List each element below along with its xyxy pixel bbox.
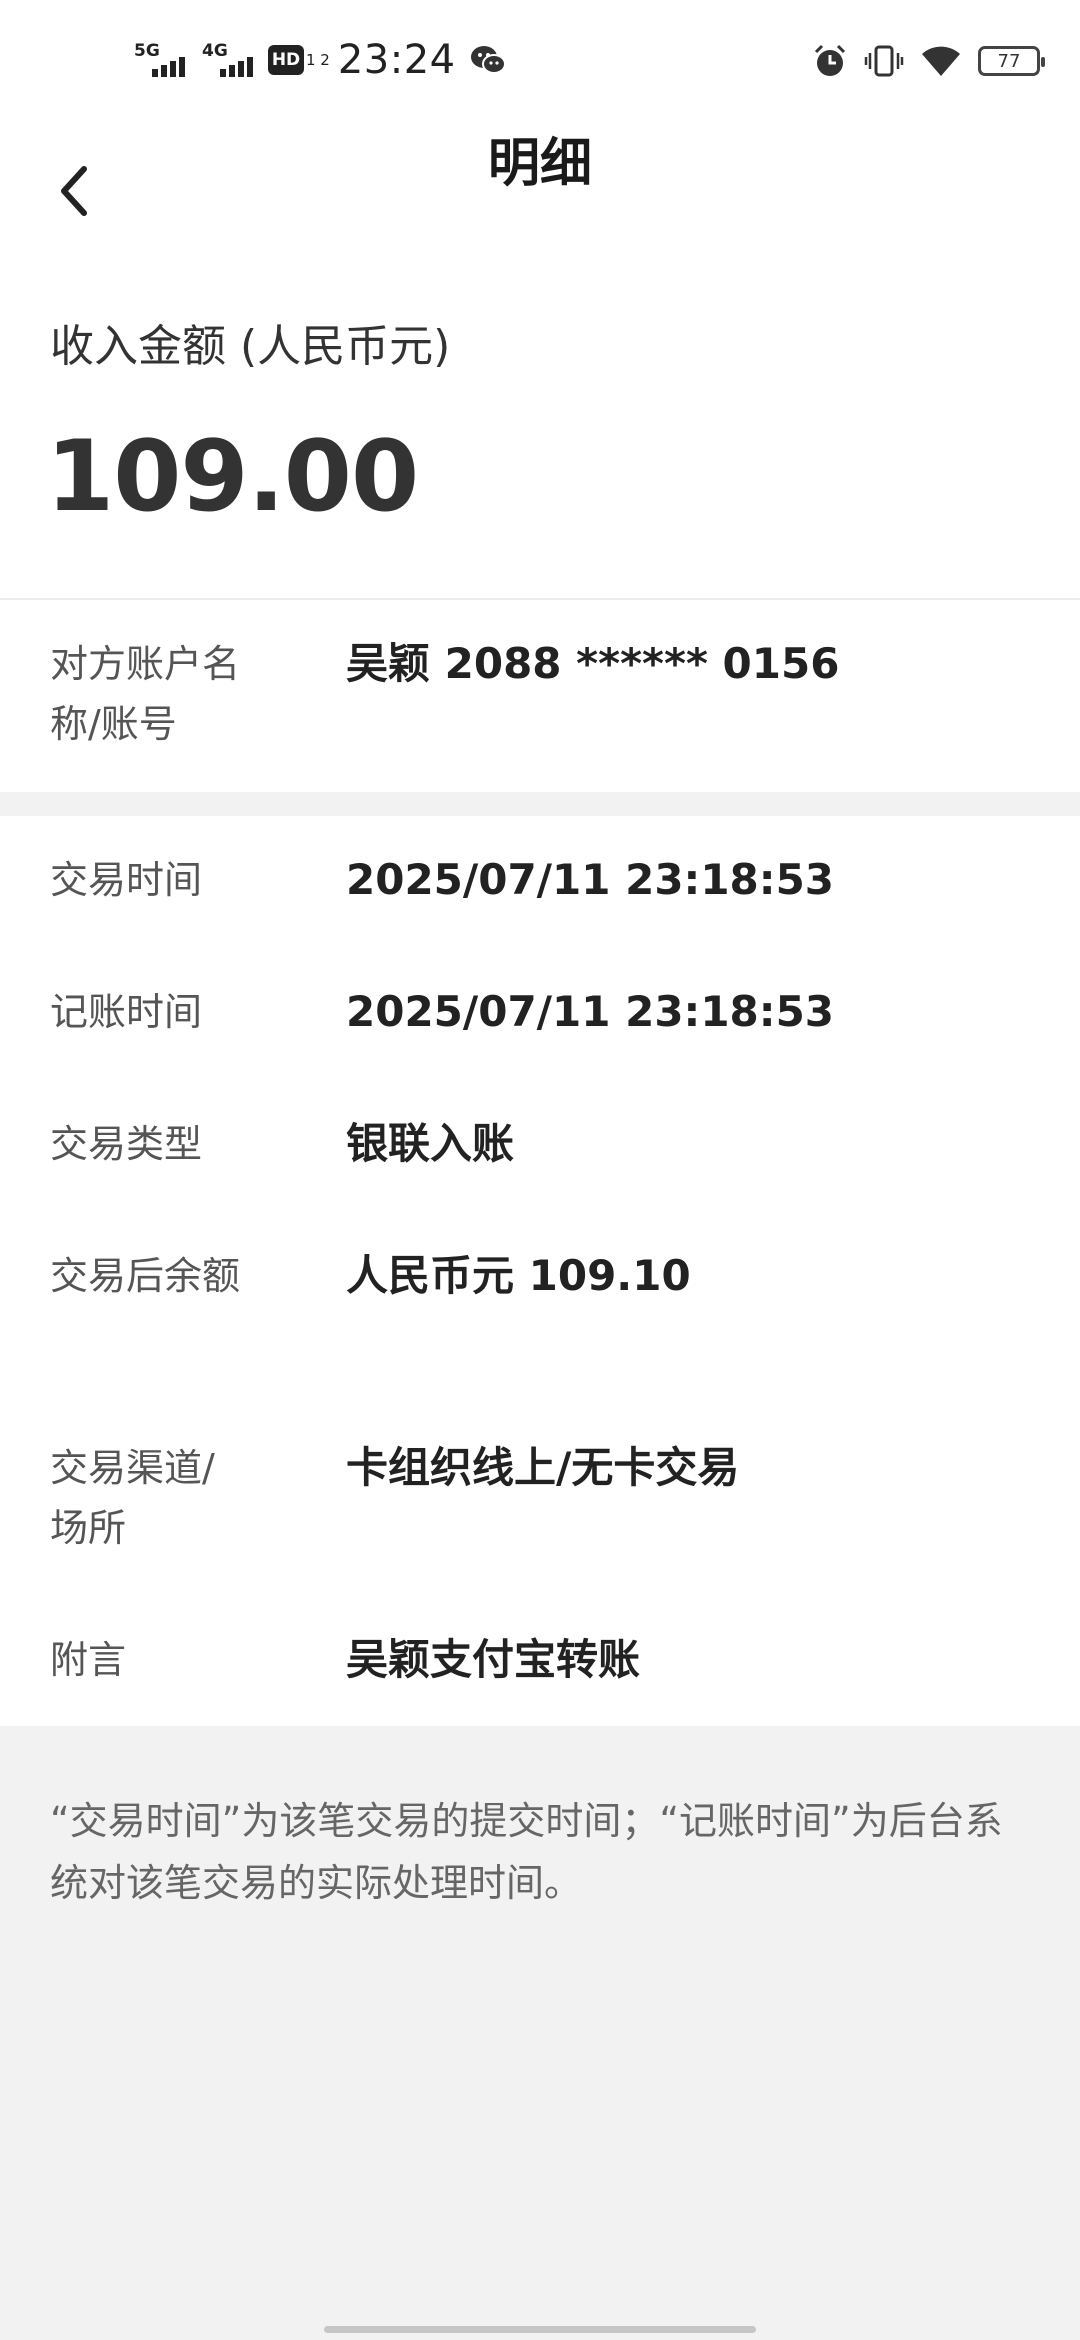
transaction-type-value: 银联入账 xyxy=(346,1119,515,1168)
wifi-icon xyxy=(922,46,960,76)
hd-voice-icon: HD xyxy=(268,45,304,75)
channel-value: 卡组织线上/无卡交易 xyxy=(346,1443,740,1492)
balance-after-value: 人民币元 109.10 xyxy=(346,1251,691,1300)
amount-card: 收入金额 (人民币元) 109.00 xyxy=(0,300,1080,598)
transaction-time-label: 交易时间 xyxy=(50,858,203,902)
alarm-icon xyxy=(814,44,846,76)
signal-4g-icon: 4G xyxy=(200,37,258,83)
hd-badge-text: HD xyxy=(271,50,301,70)
channel-label: 交易渠道/场所 xyxy=(50,1446,215,1550)
footnote-text: “交易时间”为该笔交易的提交时间；“记账时间”为后台系统对该笔交易的实际处理时间… xyxy=(50,1799,1003,1905)
status-time: 23:24 xyxy=(337,37,456,83)
transaction-type-label: 交易类型 xyxy=(50,1122,203,1166)
posting-time-label: 记账时间 xyxy=(50,990,203,1034)
balance-after-label: 交易后余额 xyxy=(50,1254,241,1298)
status-bar-left: 5G 4G HD 1 2 23:24 xyxy=(132,30,506,90)
status-bar: 5G 4G HD 1 2 23:24 77 xyxy=(0,0,1080,120)
battery-icon: 77 xyxy=(978,46,1045,76)
signal-5g-icon: 5G xyxy=(132,37,190,83)
remark-label: 附言 xyxy=(50,1638,127,1682)
battery-level: 77 xyxy=(997,50,1021,72)
home-indicator[interactable] xyxy=(324,2326,756,2333)
vibrate-icon xyxy=(864,45,904,77)
counterparty-value: 吴颖 2088 ****** 0156 xyxy=(346,639,840,688)
posting-time-value: 2025/07/11 23:18:53 xyxy=(346,987,835,1036)
transaction-details: 交易时间 2025/07/11 23:18:53 记账时间 2025/07/11… xyxy=(0,816,1080,1726)
page-title: 明细 xyxy=(487,134,592,194)
remark-value: 吴颖支付宝转账 xyxy=(346,1635,641,1684)
amount-label: 收入金额 (人民币元) xyxy=(50,321,451,372)
status-bar-right: 77 xyxy=(812,36,1045,86)
counterparty-section: 对方账户名称/账号 吴颖 2088 ****** 0156 xyxy=(0,600,1080,792)
counterparty-label: 对方账户名称/账号 xyxy=(50,642,241,746)
amount-value: 109.00 xyxy=(46,420,419,534)
transaction-time-value: 2025/07/11 23:18:53 xyxy=(346,855,835,904)
hd-sim-index: 1 2 xyxy=(306,51,330,69)
wechat-notification-icon xyxy=(470,46,506,74)
